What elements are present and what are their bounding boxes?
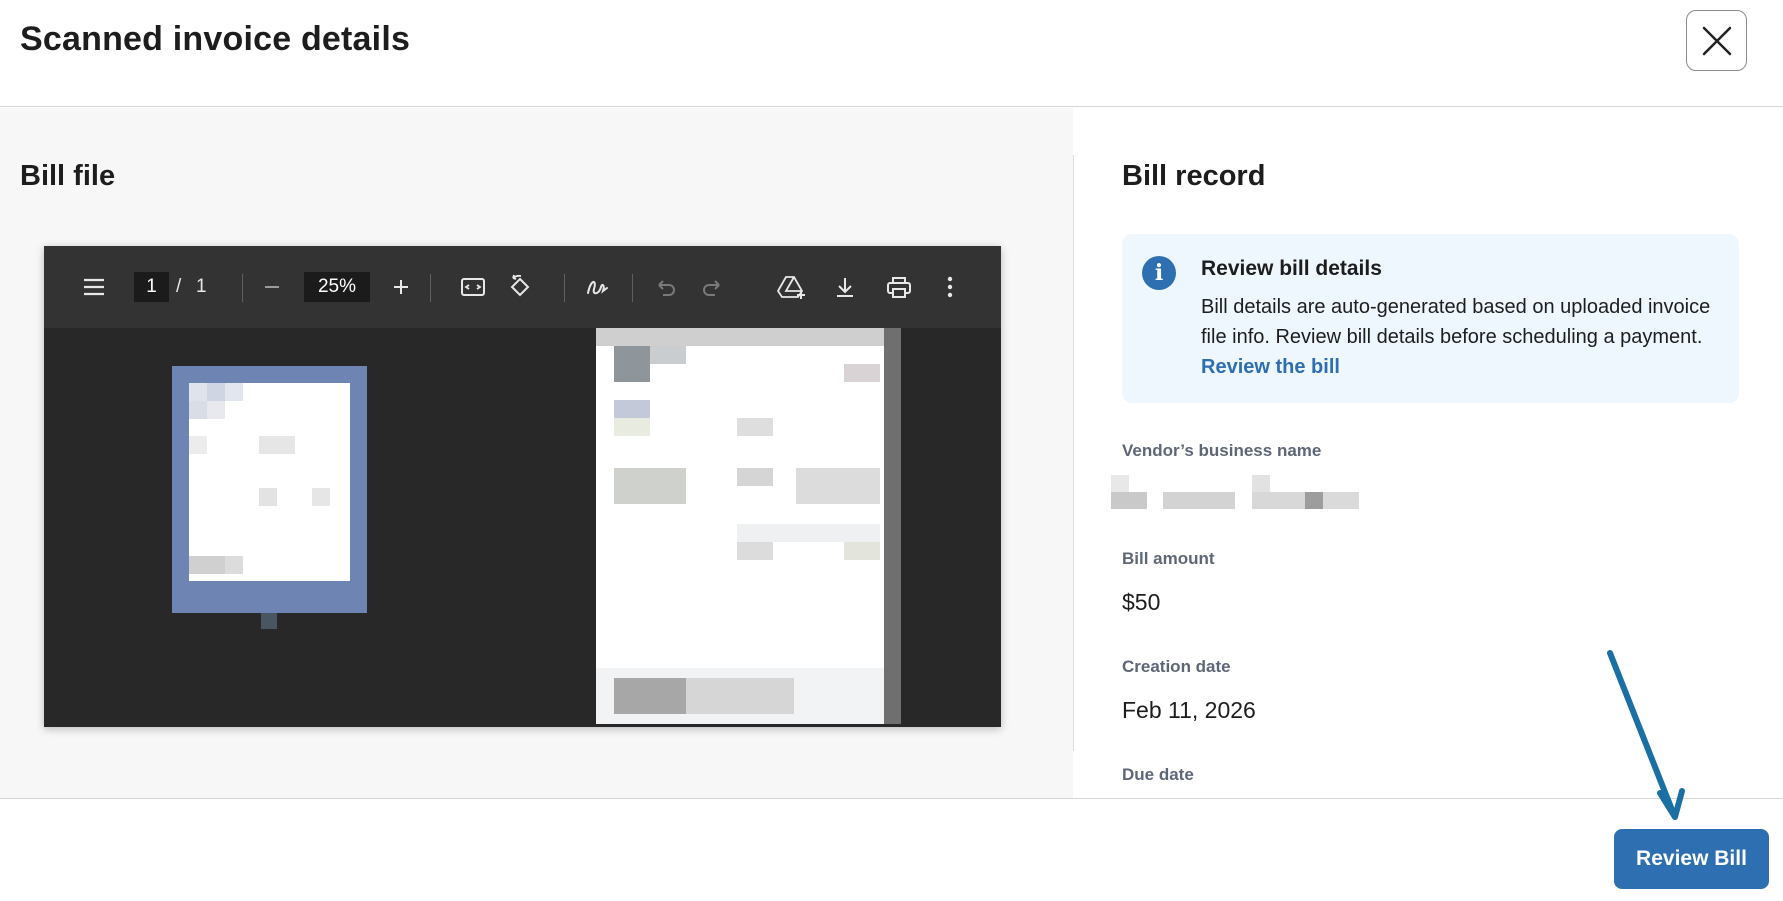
page-total: 1 bbox=[196, 276, 207, 297]
vendor-name-value-redacted bbox=[1111, 475, 1359, 509]
info-icon: i bbox=[1142, 256, 1176, 290]
toolbar-divider bbox=[632, 274, 633, 302]
info-text: Bill details are auto-generated based on… bbox=[1201, 292, 1721, 382]
zoom-out-icon[interactable] bbox=[258, 270, 286, 304]
close-icon bbox=[1702, 26, 1732, 56]
modal-footer bbox=[0, 798, 1783, 901]
save-to-drive-icon[interactable] bbox=[775, 270, 807, 304]
pdf-toolbar: 1 / 1 25% bbox=[44, 246, 1001, 328]
page-number-input[interactable]: 1 bbox=[134, 272, 169, 302]
more-options-icon[interactable] bbox=[940, 270, 960, 304]
review-the-bill-link[interactable]: Review the bill bbox=[1201, 356, 1340, 378]
due-date-label: Due date bbox=[1122, 765, 1194, 784]
review-bill-button[interactable]: Review Bill bbox=[1614, 829, 1769, 889]
toolbar-divider bbox=[564, 274, 565, 302]
menu-icon[interactable] bbox=[78, 270, 110, 304]
bill-record-title: Bill record bbox=[1122, 160, 1266, 192]
pdf-viewer[interactable]: 1 / 1 25% bbox=[44, 246, 1001, 727]
creation-date-value: Feb 11, 2026 bbox=[1122, 697, 1256, 723]
page-separator: / bbox=[176, 276, 182, 297]
bill-amount-label: Bill amount bbox=[1122, 549, 1215, 568]
page-title: Scanned invoice details bbox=[20, 20, 411, 58]
zoom-in-icon[interactable] bbox=[387, 270, 415, 304]
annotate-icon[interactable] bbox=[583, 270, 613, 304]
redo-icon[interactable] bbox=[699, 270, 727, 304]
annotation-arrow-icon bbox=[1607, 650, 1685, 820]
pdf-content-area bbox=[44, 328, 1001, 727]
bill-amount-value: $50 bbox=[1122, 589, 1161, 615]
info-title: Review bill details bbox=[1201, 257, 1382, 280]
creation-date-label: Creation date bbox=[1122, 657, 1231, 676]
modal-header: Scanned invoice details bbox=[0, 0, 1783, 107]
info-body: Bill details are auto-generated based on… bbox=[1201, 296, 1711, 348]
download-icon[interactable] bbox=[831, 270, 859, 304]
zoom-input[interactable]: 25% bbox=[304, 272, 370, 302]
toolbar-divider bbox=[430, 274, 431, 302]
print-icon[interactable] bbox=[884, 270, 914, 304]
vendor-name-label: Vendor’s business name bbox=[1122, 441, 1322, 460]
bill-file-title: Bill file bbox=[20, 160, 116, 192]
page-thumbnail[interactable] bbox=[172, 366, 367, 613]
fit-to-page-icon[interactable] bbox=[458, 270, 488, 304]
pdf-page bbox=[596, 328, 901, 724]
info-banner: i Review bill details Bill details are a… bbox=[1122, 234, 1739, 403]
thumbnail-page-label bbox=[261, 613, 277, 629]
close-button[interactable] bbox=[1686, 10, 1747, 71]
pane-divider bbox=[1073, 155, 1074, 751]
undo-icon[interactable] bbox=[651, 270, 679, 304]
rotate-icon[interactable] bbox=[505, 270, 535, 304]
toolbar-divider bbox=[242, 274, 243, 302]
